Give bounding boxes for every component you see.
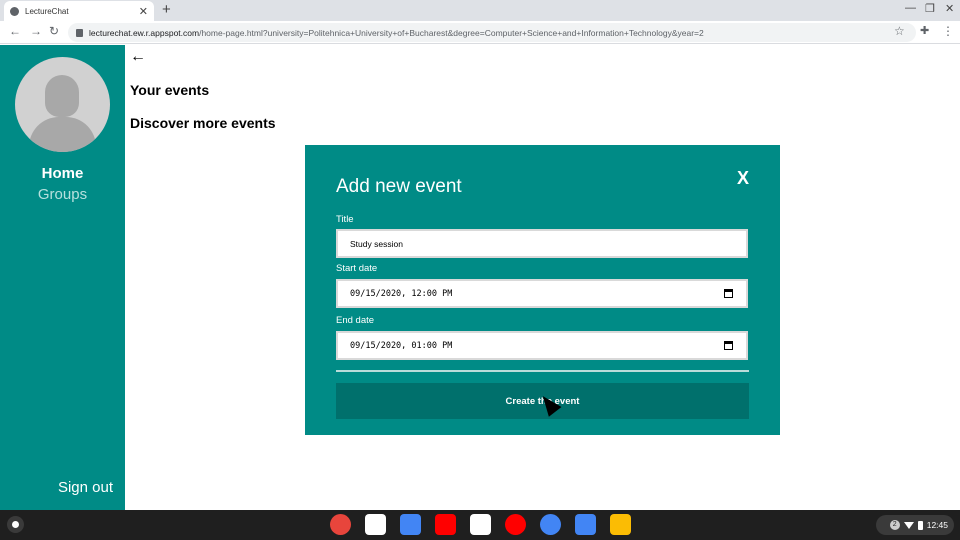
sign-out-link[interactable]: Sign out xyxy=(0,479,113,496)
start-date-label: Start date xyxy=(336,263,378,274)
back-button[interactable]: ← xyxy=(9,24,21,38)
os-taskbar: 2 12:45 xyxy=(0,510,960,540)
start-date-input[interactable]: 09/15/2020, 12:00 PM xyxy=(336,279,748,308)
end-date-input[interactable]: 09/15/2020, 01:00 PM xyxy=(336,331,748,360)
title-input-value: Study session xyxy=(350,238,403,249)
divider xyxy=(336,370,749,372)
files-icon[interactable] xyxy=(575,514,596,535)
launcher-icon[interactable] xyxy=(7,516,24,533)
battery-icon xyxy=(917,520,923,530)
gmail-icon[interactable] xyxy=(365,514,386,535)
modal-close-button[interactable]: X xyxy=(737,168,749,189)
browser-tab[interactable]: LectureChat ✕ xyxy=(4,1,154,21)
settings-icon[interactable] xyxy=(540,514,561,535)
calendar-icon[interactable] xyxy=(724,341,733,350)
end-date-label: End date xyxy=(336,315,375,326)
window-close-button[interactable]: ✕ xyxy=(945,2,954,15)
browser-tab-bar: LectureChat ✕ + — ❐ ✕ xyxy=(0,0,960,21)
url-host: lecturechat.ew.r.appspot.com xyxy=(89,27,200,38)
end-date-value: 09/15/2020, 01:00 PM xyxy=(350,340,453,351)
play-store-icon[interactable] xyxy=(470,514,491,535)
browser-menu-icon[interactable]: ⋮ xyxy=(942,24,954,38)
wifi-icon xyxy=(903,521,914,529)
address-bar[interactable]: lecturechat.ew.r.appspot.com/home-page.h… xyxy=(68,23,916,42)
youtube-icon[interactable] xyxy=(435,514,456,535)
status-tray[interactable]: 2 12:45 xyxy=(876,515,954,535)
lock-icon xyxy=(76,28,83,37)
sidebar: Home Groups Sign out xyxy=(0,45,125,510)
avatar-body-shape xyxy=(29,117,96,152)
forward-button[interactable]: → xyxy=(30,24,42,38)
title-label: Title xyxy=(336,214,354,225)
discover-events-heading[interactable]: Discover more events xyxy=(130,115,276,131)
bookmark-star-icon[interactable]: ☆ xyxy=(894,24,905,38)
new-tab-button[interactable]: + xyxy=(162,1,171,18)
keep-icon[interactable] xyxy=(610,514,631,535)
your-events-heading[interactable]: Your events xyxy=(130,82,209,98)
add-event-modal: Add new event X Title Study session Star… xyxy=(305,145,780,435)
start-date-value: 09/15/2020, 12:00 PM xyxy=(350,288,453,299)
calendar-icon[interactable] xyxy=(724,289,733,298)
avatar-head-shape xyxy=(45,75,79,117)
url-path: /home-page.html?university=Politehnica+U… xyxy=(199,27,704,38)
back-arrow-icon[interactable]: ← xyxy=(130,48,146,66)
extensions-icon[interactable]: ✚ xyxy=(920,24,929,37)
docs-icon[interactable] xyxy=(400,514,421,535)
minimize-button[interactable]: — xyxy=(905,2,916,14)
title-input[interactable]: Study session xyxy=(336,229,748,258)
tab-title: LectureChat xyxy=(25,6,69,16)
tab-close-icon[interactable]: ✕ xyxy=(139,5,148,18)
youtube-music-icon[interactable] xyxy=(505,514,526,535)
modal-title: Add new event xyxy=(336,176,462,197)
reload-button[interactable]: ↻ xyxy=(49,24,59,38)
avatar[interactable] xyxy=(15,57,110,152)
sidebar-item-groups[interactable]: Groups xyxy=(0,186,125,203)
browser-toolbar: ← → ↻ lecturechat.ew.r.appspot.com/home-… xyxy=(0,21,960,44)
sidebar-item-home[interactable]: Home xyxy=(0,165,125,182)
notification-count-badge: 2 xyxy=(889,520,900,530)
chrome-icon[interactable] xyxy=(330,514,351,535)
clock: 12:45 xyxy=(926,520,948,530)
restore-button[interactable]: ❐ xyxy=(925,2,935,15)
globe-icon xyxy=(10,6,19,16)
